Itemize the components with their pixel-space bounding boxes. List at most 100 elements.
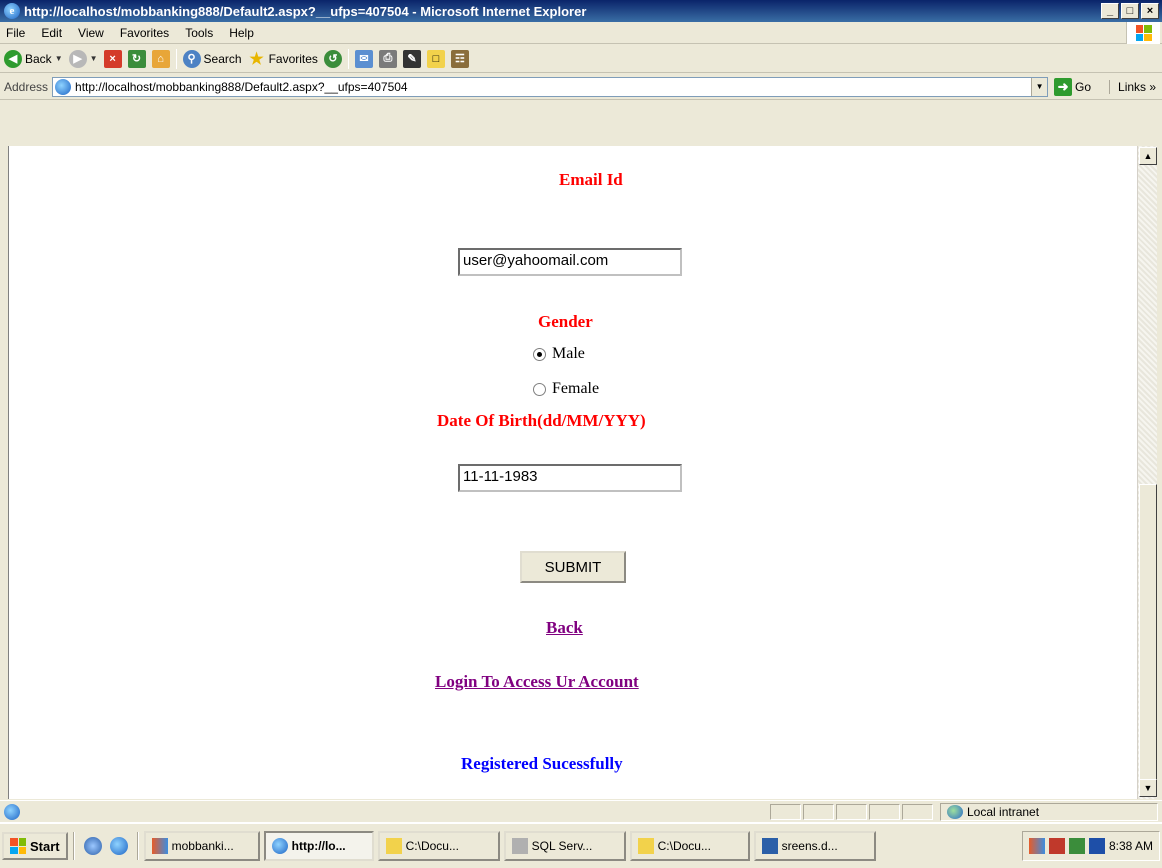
forward-arrow-icon: ▶ (68, 49, 87, 68)
menu-view[interactable]: View (70, 26, 112, 40)
window-title: http://localhost/mobbanking888/Default2.… (24, 3, 587, 19)
login-link[interactable]: Login To Access Ur Account (435, 672, 639, 692)
search-button[interactable]: ⚲ Search (182, 49, 242, 68)
media-tray-icon[interactable] (1068, 838, 1085, 854)
back-label: Back (25, 51, 52, 66)
research-icon[interactable]: ☶ (450, 49, 469, 68)
task-label: http://lo... (291, 839, 346, 853)
back-dropdown-icon[interactable]: ▼ (55, 54, 63, 63)
back-link[interactable]: Back (546, 618, 583, 638)
scroll-thumb[interactable] (1139, 484, 1157, 780)
search-icon: ⚲ (182, 49, 201, 68)
vertical-scrollbar[interactable]: ▲ ▼ (1137, 146, 1157, 799)
task-mobbanking[interactable]: mobbanki... (143, 831, 260, 861)
gender-label: Gender (538, 312, 593, 331)
taskbar-separator (72, 832, 75, 860)
menu-edit[interactable]: Edit (33, 26, 70, 40)
network-tray-icon[interactable] (1048, 838, 1065, 854)
edit-icon[interactable]: ✎ (402, 49, 421, 68)
task-folder-1[interactable]: C:\Docu... (377, 831, 500, 861)
print-icon[interactable]: ⎙ (378, 49, 397, 68)
vs-tray-icon[interactable] (1028, 838, 1045, 854)
radio-checked-icon[interactable] (533, 347, 546, 361)
task-label: C:\Docu... (657, 839, 711, 853)
taskbar: Start mobbanki... http://lo... C:\Docu..… (0, 822, 1162, 868)
title-bar: e http://localhost/mobbanking888/Default… (0, 0, 1162, 22)
scroll-down-icon[interactable]: ▼ (1139, 779, 1157, 797)
system-tray: 8:38 AM (1021, 831, 1160, 861)
intranet-globe-icon (947, 805, 963, 819)
zone-label: Local intranet (967, 805, 1040, 819)
page-content: Email Id user@yahoomail.com Gender Male … (8, 146, 1137, 799)
history-icon[interactable]: ↺ (323, 49, 342, 68)
page-icon (55, 78, 72, 95)
ie-logo-icon: e (4, 3, 20, 19)
antivirus-tray-icon[interactable] (1088, 838, 1105, 854)
menu-file[interactable]: File (0, 26, 33, 40)
stop-icon[interactable]: × (103, 49, 122, 68)
address-label: Address (4, 79, 49, 94)
sql-server-icon (511, 838, 528, 854)
go-arrow-icon: ➜ (1054, 77, 1073, 96)
favorites-star-icon: ★ (249, 50, 264, 68)
status-cells (770, 804, 933, 820)
gender-female-radio[interactable]: Female (533, 380, 599, 398)
status-bar: Local intranet (0, 800, 1162, 822)
favorites-button[interactable]: ★ Favorites (248, 50, 318, 68)
minimize-button[interactable]: _ (1101, 3, 1119, 19)
forward-button[interactable]: ▶ ▼ (68, 49, 98, 68)
toolbar-separator (175, 48, 177, 69)
gender-male-radio[interactable]: Male (533, 345, 585, 363)
submit-button[interactable]: SUBMIT (520, 551, 626, 583)
address-input[interactable]: http://localhost/mobbanking888/Default2.… (52, 76, 1049, 97)
task-ie-active[interactable]: http://lo... (263, 831, 374, 861)
scroll-up-icon[interactable]: ▲ (1139, 147, 1157, 165)
links-button[interactable]: Links » (1109, 79, 1156, 94)
email-label: Email Id (559, 170, 623, 189)
close-button[interactable]: × (1141, 3, 1159, 19)
mail-icon[interactable]: ✉ (354, 49, 373, 68)
task-folder-2[interactable]: C:\Docu... (629, 831, 750, 861)
favorites-label: Favorites (268, 51, 318, 66)
success-message: Registered Sucessfully (461, 754, 623, 773)
ie-quicklaunch-icon[interactable] (109, 837, 128, 855)
go-label: Go (1075, 79, 1092, 94)
dob-field[interactable]: 11-11-1983 (458, 464, 682, 492)
toolbar: ◀ Back ▼ ▶ ▼ × ↻ ⌂ ⚲ Search ★ Favorites … (0, 45, 1162, 73)
toolbar-separator (347, 48, 349, 69)
menu-favorites[interactable]: Favorites (112, 26, 177, 40)
task-word-doc[interactable]: sreens.d... (753, 831, 876, 861)
search-label: Search (203, 51, 242, 66)
radio-unchecked-icon[interactable] (533, 382, 546, 396)
back-button[interactable]: ◀ Back ▼ (4, 49, 63, 68)
window-controls: _ □ × (1101, 3, 1159, 19)
show-desktop-icon[interactable] (83, 837, 102, 855)
forward-dropdown-icon[interactable]: ▼ (90, 54, 98, 63)
task-sql-server[interactable]: SQL Serv... (503, 831, 626, 861)
discuss-icon[interactable]: □ (426, 49, 445, 68)
start-label: Start (30, 838, 60, 854)
folder-icon (385, 838, 402, 854)
taskbar-separator (136, 832, 139, 860)
gender-male-label: Male (552, 345, 585, 362)
refresh-icon[interactable]: ↻ (127, 49, 146, 68)
page-status-icon (4, 803, 20, 820)
task-label: mobbanki... (171, 839, 234, 853)
clock[interactable]: 8:38 AM (1109, 839, 1153, 853)
task-label: sreens.d... (781, 839, 838, 853)
start-button[interactable]: Start (2, 832, 68, 860)
folder-icon (637, 838, 654, 854)
go-button[interactable]: ➜ Go (1054, 77, 1092, 96)
address-url: http://localhost/mobbanking888/Default2.… (75, 79, 408, 94)
address-bar: Address http://localhost/mobbanking888/D… (0, 74, 1162, 100)
word-doc-icon (761, 838, 778, 854)
menu-help[interactable]: Help (221, 26, 262, 40)
maximize-button[interactable]: □ (1121, 3, 1139, 19)
menu-bar: File Edit View Favorites Tools Help (0, 22, 1162, 44)
windows-flag-icon (10, 838, 26, 854)
email-field[interactable]: user@yahoomail.com (458, 248, 682, 276)
menu-tools[interactable]: Tools (177, 26, 221, 40)
home-icon[interactable]: ⌂ (151, 49, 170, 68)
dob-label: Date Of Birth(dd/MM/YYY) (437, 411, 646, 430)
address-dropdown-icon[interactable]: ▼ (1031, 77, 1048, 96)
